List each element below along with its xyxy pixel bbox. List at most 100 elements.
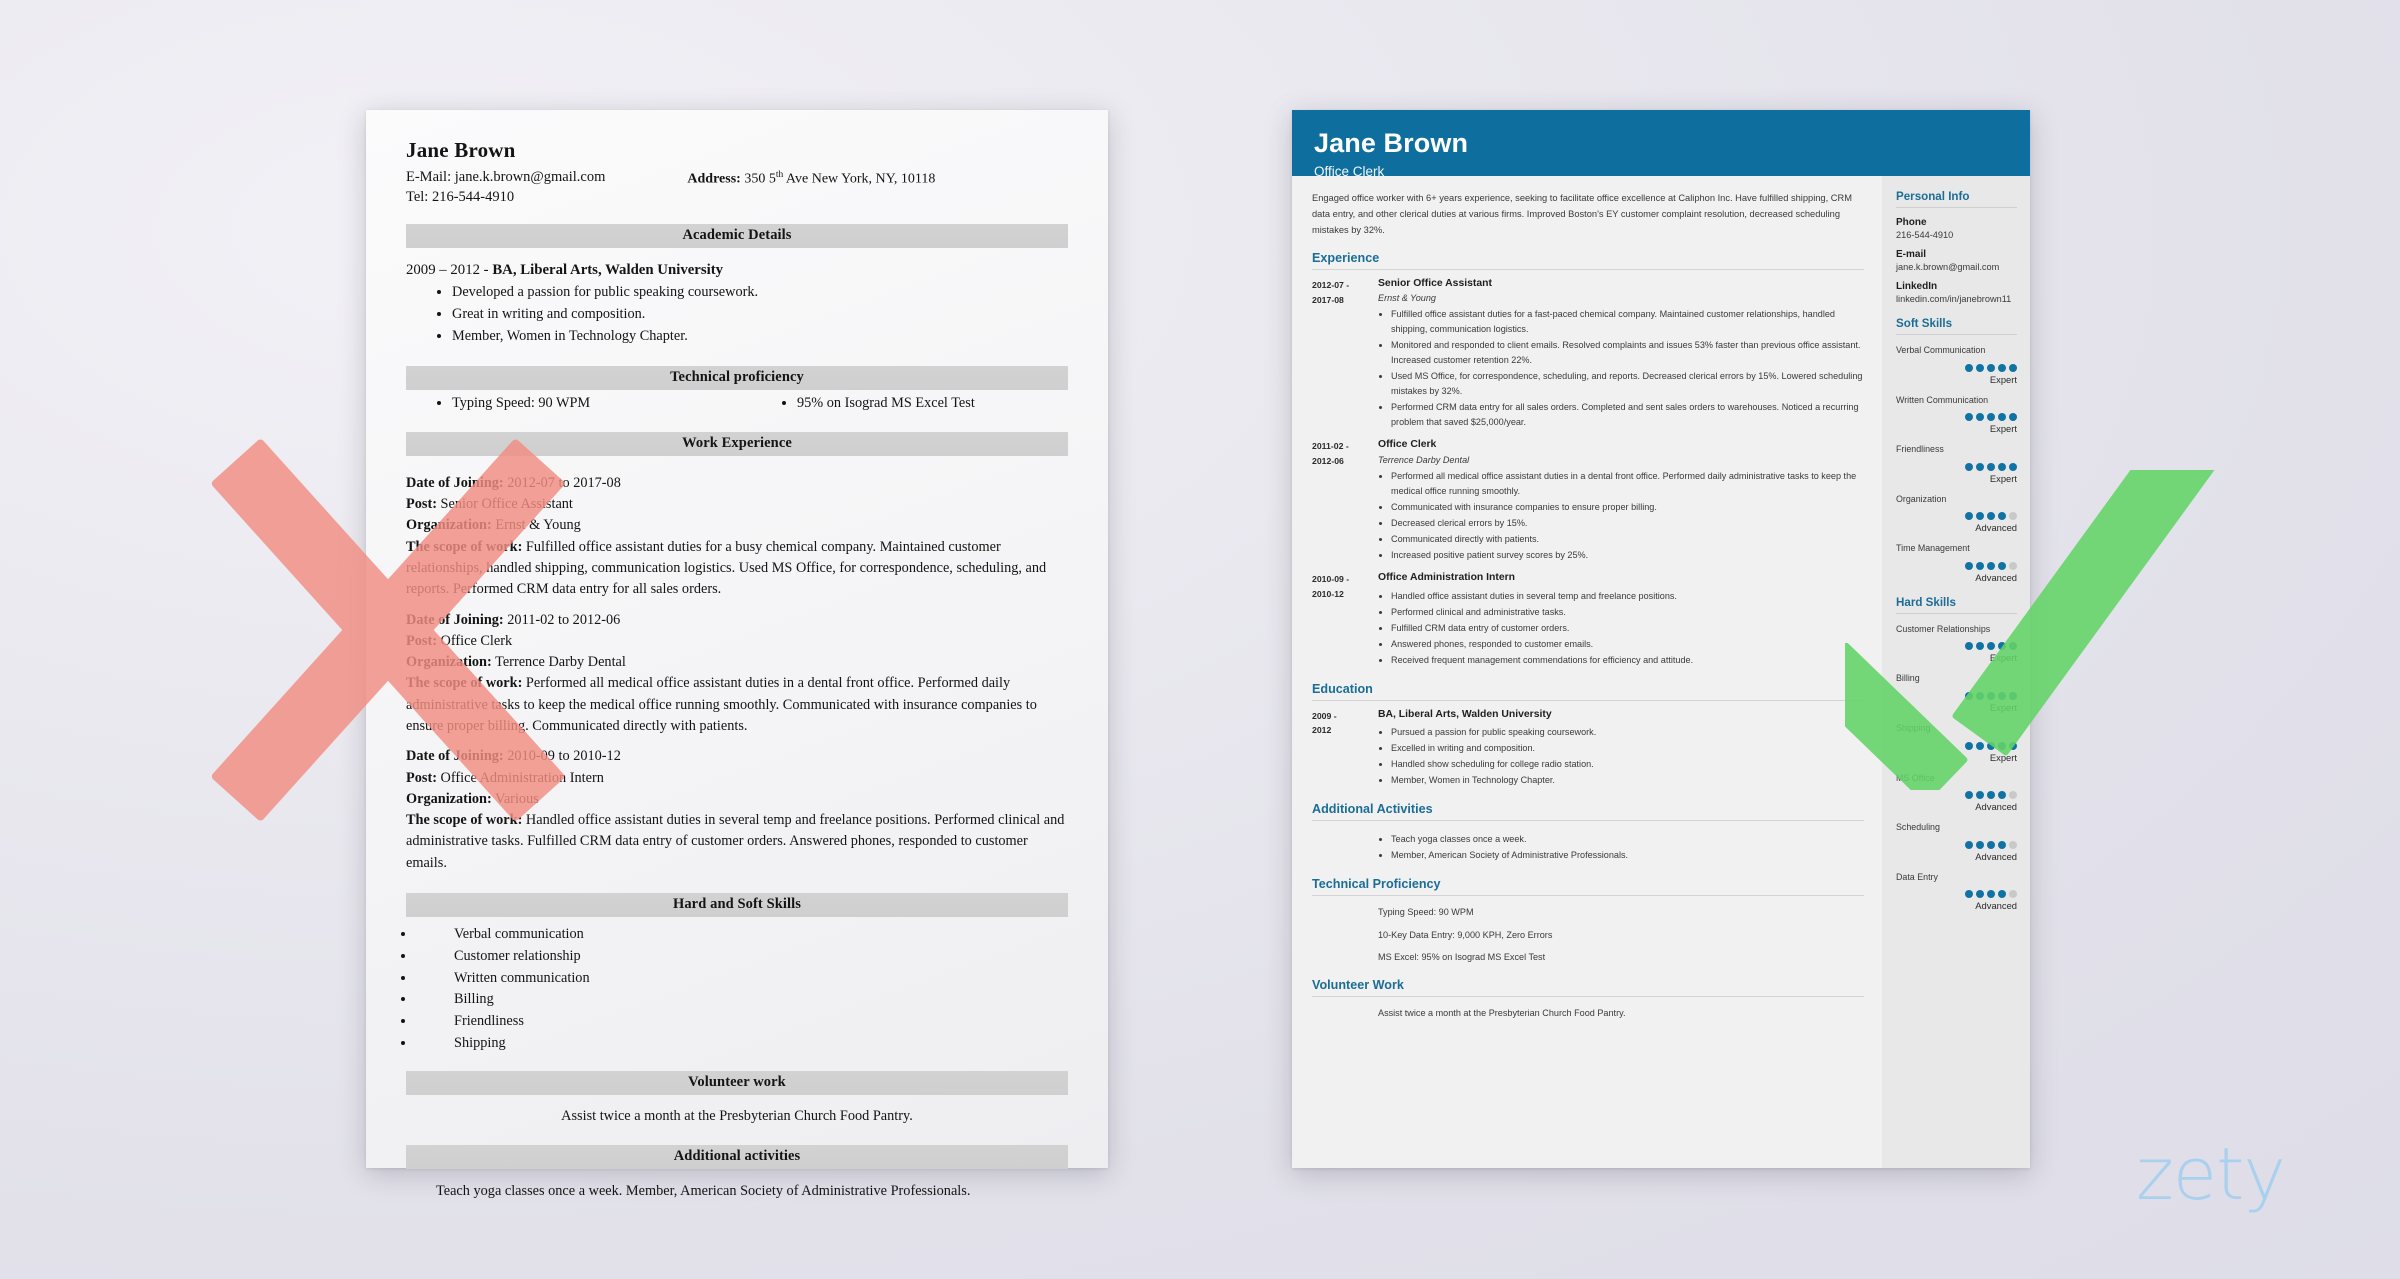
bad-education-degree: BA, Liberal Arts, Walden University <box>492 262 724 279</box>
bad-job-org-value: Ernst & Young <box>491 517 581 534</box>
skill-dot-filled <box>1998 692 2006 701</box>
skill-rating-meter <box>1896 890 2017 899</box>
bad-resume-name: Jane Brown <box>406 138 516 162</box>
comparison-stage: Jane Brown E-Mail: jane.k.brown@gmail.co… <box>0 0 2400 1279</box>
sidebar-personal-info: Personal Info Phone 216-544-4910 E-mail … <box>1896 190 2017 304</box>
bad-job-entry: Date of Joining: 2012-07 to 2017-08 Post… <box>406 473 1068 601</box>
bad-resume-address-label: Address: <box>687 171 741 187</box>
entry-dates: 2012-07 - 2017-08 <box>1312 277 1378 432</box>
bad-section-volunteer: Volunteer work <box>406 1071 1068 1096</box>
bad-skill-label: Friendliness <box>454 1012 524 1029</box>
bad-job-post-label: Post: <box>406 769 437 786</box>
list-item: Monitored and responded to client emails… <box>1391 338 1864 368</box>
entry-org: Ernst & Young <box>1378 293 1436 304</box>
skill-dot-filled <box>1998 413 2006 422</box>
skill-level-label: Expert <box>1989 751 2017 763</box>
bad-job-scope-label: The scope of work: <box>406 812 523 829</box>
skill-dot-filled <box>1976 512 1984 521</box>
list-item: Member, Women in Technology Chapter. <box>1391 773 1864 788</box>
skill-dot-filled <box>1965 561 1973 570</box>
good-resume-sidebar: Personal Info Phone 216-544-4910 E-mail … <box>1882 176 2030 1168</box>
bad-resume-page: Jane Brown E-Mail: jane.k.brown@gmail.co… <box>366 110 1108 1199</box>
skill-level-label: Advanced <box>1975 801 2017 813</box>
bad-job-date-value: 2012-07 to 2017-08 <box>503 474 621 491</box>
skill-level-label: Expert <box>1989 652 2017 664</box>
skill-level-label: Advanced <box>1975 522 2017 534</box>
skill-rating-meter <box>1896 692 2017 701</box>
skill-dot-filled <box>1998 791 2006 800</box>
skill-row: Customer Relationships Expert <box>1896 624 2017 664</box>
skill-rating-meter <box>1896 642 2017 651</box>
technical-proficiency-line: MS Excel: 95% on Isograd MS Excel Test <box>1378 952 1546 963</box>
skill-name: MS Office <box>1896 772 1935 783</box>
skill-dot-filled <box>1987 692 1995 701</box>
entry-title: Senior Office Assistant <box>1378 277 1492 289</box>
bad-skills-list: Verbal communication Customer relationsh… <box>406 924 1068 1054</box>
skill-dot-filled <box>1976 791 1984 800</box>
hard-skills-list: Customer Relationships Expert Billing Exper… <box>1896 624 2017 911</box>
bad-job-date-value: 2011-02 to 2012-06 <box>503 611 621 628</box>
skill-dot-filled <box>1976 413 1984 422</box>
skill-level-label: Advanced <box>1975 900 2017 912</box>
skill-row: Written Communication Expert <box>1896 395 2017 435</box>
list-item: Increased positive patient survey scores… <box>1391 548 1864 563</box>
bad-skill-label: Verbal communication <box>454 926 584 943</box>
bad-technical-left: Typing Speed: 90 WPM <box>406 393 737 414</box>
education-entry: 2009 - 2012 BA, Liberal Arts, Walden Uni… <box>1312 708 1864 790</box>
list-item: Received frequent management commendatio… <box>1391 653 1864 668</box>
skill-dot-filled <box>1998 642 2006 651</box>
skill-dot-filled <box>2009 642 2017 651</box>
skill-name: Shipping <box>1896 723 1931 734</box>
skill-rating-meter <box>1896 791 2017 800</box>
bad-job-org-value: Various <box>491 790 539 807</box>
skill-rating-meter <box>1896 561 2017 570</box>
list-item: Friendliness <box>416 1011 1068 1033</box>
skill-level-label: Expert <box>1989 373 2017 385</box>
list-item: Handled show scheduling for college radi… <box>1391 757 1864 772</box>
skill-dot-filled <box>1987 561 1995 570</box>
good-section-experience: Experience 2012-07 - 2017-08 Senior Offi… <box>1312 251 1864 669</box>
list-item: Fulfilled office assistant duties for a … <box>1391 307 1864 337</box>
entry-bullets: Fulfilled office assistant duties for a … <box>1378 307 1864 430</box>
skill-row: Billing Expert <box>1896 673 2017 713</box>
list-item: Member, American Society of Administrati… <box>1391 848 1864 863</box>
bad-job-date-label: Date of Joining: <box>406 748 504 765</box>
bad-job-org-label: Organization: <box>406 790 492 807</box>
skill-dot-filled <box>1987 890 1995 899</box>
entry-bullets: Pursued a passion for public speaking co… <box>1378 725 1864 788</box>
entry-org: Terrence Darby Dental <box>1378 454 1470 465</box>
list-item: Shipping <box>416 1033 1068 1055</box>
entry-date-to: 2017-08 <box>1312 294 1344 305</box>
skill-name: Time Management <box>1896 543 1970 554</box>
bad-job-post-label: Post: <box>406 496 437 513</box>
skill-name: Organization <box>1896 493 1947 504</box>
skill-rating-meter <box>1896 413 2017 422</box>
good-section-volunteer-work: Volunteer Work Assist twice a month at t… <box>1312 978 1864 1021</box>
skill-name: Billing <box>1896 673 1920 684</box>
skill-dot-filled <box>1987 512 1995 521</box>
skill-dot-empty <box>2009 890 2017 899</box>
skill-name: Scheduling <box>1896 822 1940 833</box>
skill-dot-filled <box>1976 462 1984 471</box>
list-item: Handled office assistant duties in sever… <box>1391 589 1864 604</box>
bad-job-scope-label: The scope of work: <box>406 538 523 555</box>
skill-dot-filled <box>1998 462 2006 471</box>
skill-dot-filled <box>1976 363 1984 372</box>
list-item: Excelled in writing and composition. <box>1391 741 1864 756</box>
skill-name: Data Entry <box>1896 871 1938 882</box>
bad-technical-block: Typing Speed: 90 WPM 95% on Isograd MS E… <box>406 390 1068 414</box>
bad-job-date-label: Date of Joining: <box>406 474 504 491</box>
bad-resume-contact: E-Mail: jane.k.brown@gmail.com Tel: 216-… <box>406 168 1068 207</box>
bad-resume-address-value-a: 350 5 <box>744 171 776 187</box>
skill-dot-filled <box>1987 791 1995 800</box>
sidebar-soft-skills: Soft Skills Verbal Communication Expert Wr… <box>1896 317 2017 583</box>
skill-dot-filled <box>1998 741 2006 750</box>
entry-bullets: Handled office assistant duties in sever… <box>1378 589 1864 668</box>
technical-proficiency-line: 10-Key Data Entry: 9,000 KPH, Zero Error… <box>1378 929 1553 940</box>
skill-level-label: Expert <box>1989 423 2017 435</box>
skill-row: Organization Advanced <box>1896 493 2017 534</box>
bad-work-block: Date of Joining: 2012-07 to 2017-08 Post… <box>406 456 1068 876</box>
experience-entry: 2010-09 - 2010-12 Office Administration … <box>1312 571 1864 669</box>
bad-skill-label: Written communication <box>454 969 590 986</box>
list-item: Member, Women in Technology Chapter. <box>452 326 1068 348</box>
